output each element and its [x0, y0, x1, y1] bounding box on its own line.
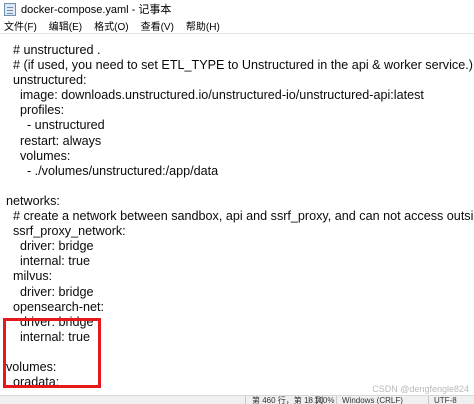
notepad-icon	[4, 2, 16, 16]
editor-line: volumes:	[6, 148, 71, 163]
editor-line: - unstructured	[6, 118, 105, 133]
editor-line: milvus:	[6, 269, 53, 284]
editor-line: image: downloads.unstructured.io/unstruc…	[6, 88, 424, 103]
menu-file[interactable]: 文件(F)	[4, 18, 37, 33]
menu-edit[interactable]: 编辑(E)	[49, 18, 82, 33]
editor-line: - ./volumes/unstructured:/app/data	[6, 163, 219, 178]
window-title: docker-compose.yaml - 记事本	[21, 4, 172, 16]
editor-line: # create a network between sandbox, api …	[6, 209, 474, 224]
watermark: CSDN @dengfengle824	[372, 384, 469, 394]
editor-line: profiles:	[6, 103, 65, 118]
editor-line: # (if used, you need to set ETL_TYPE to …	[6, 58, 473, 73]
status-separator	[308, 396, 309, 404]
status-line-ending: Windows (CRLF)	[342, 396, 403, 404]
status-encoding: UTF-8	[434, 396, 457, 404]
menu-bar: 文件(F) 编辑(E) 格式(O) 查看(V) 帮助(H)	[0, 18, 474, 34]
editor-line: ssrf_proxy_network:	[6, 224, 126, 239]
volumes-highlight-box	[3, 318, 101, 388]
menu-view[interactable]: 查看(V)	[141, 18, 174, 33]
editor-line: # unstructured .	[6, 43, 101, 57]
editor-line: internal: true	[6, 254, 90, 269]
menu-help[interactable]: 帮助(H)	[186, 18, 220, 33]
status-separator	[336, 396, 337, 404]
status-zoom: 100%	[314, 396, 335, 404]
status-position: 第 460 行，第 18 列	[252, 396, 324, 404]
status-separator	[245, 396, 246, 404]
menu-format[interactable]: 格式(O)	[94, 18, 128, 33]
editor-line: driver: bridge	[6, 239, 94, 254]
title-bar: docker-compose.yaml - 记事本	[0, 0, 474, 18]
editor-line: opensearch-net:	[6, 299, 105, 314]
editor-line: driver: bridge	[6, 284, 94, 299]
status-separator	[428, 396, 429, 404]
editor-line: restart: always	[6, 133, 102, 148]
status-bar: 第 460 行，第 18 列 100% Windows (CRLF) UTF-8	[0, 395, 474, 404]
editor-line: networks:	[6, 193, 60, 208]
editor-line: unstructured:	[6, 73, 87, 88]
